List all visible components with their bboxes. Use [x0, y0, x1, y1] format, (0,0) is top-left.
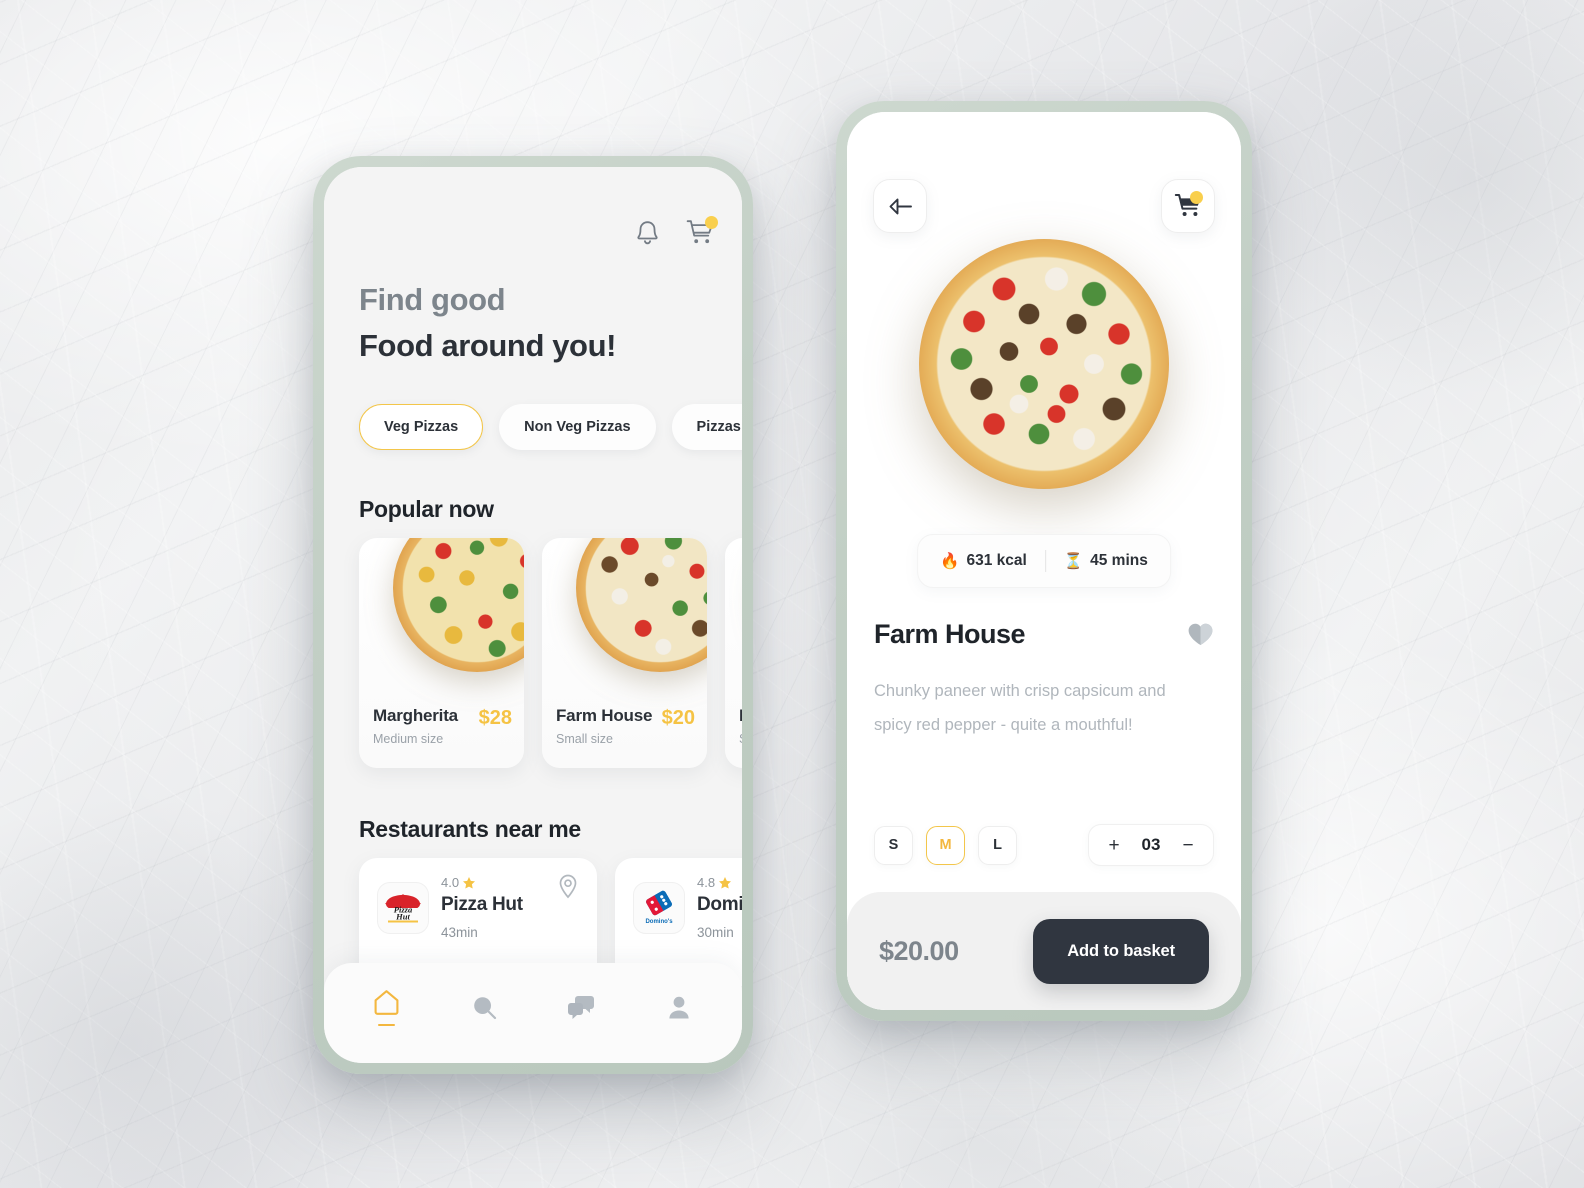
food-meta-third: Fo Sm — [739, 706, 742, 746]
size-option-m[interactable]: M — [926, 825, 965, 865]
rating-value: 4.8 — [697, 875, 716, 890]
chip-veg-pizzas[interactable]: Veg Pizzas — [359, 404, 484, 450]
food-card-farm-house[interactable]: $20 Farm House Small size — [542, 538, 707, 768]
pizza-image-paneer — [393, 538, 524, 672]
food-size-farm-house: Small size — [556, 732, 613, 746]
section-title-restaurants: Restaurants near me — [359, 816, 581, 842]
quantity-value: 03 — [1141, 835, 1161, 854]
detail-screen: 🔥 631 kcal ⏳ 45 mins Farm House Chunky p… — [847, 112, 1241, 1010]
nav-item-chat[interactable] — [547, 994, 617, 1021]
restaurant-time-pizza-hut: 43min — [441, 925, 478, 940]
paper-texture-background — [0, 0, 1584, 1188]
food-meta-farm-house: Farm House Small size — [556, 706, 695, 746]
nav-active-underline — [378, 1023, 396, 1027]
food-meta-margherita: Margherita Medium size — [373, 706, 512, 746]
restaurant-time-dominos: 30min — [697, 925, 734, 940]
section-title-popular: Popular now — [359, 496, 494, 522]
headline-line-2: Food around you! — [359, 327, 617, 363]
hero-pizza-image-farmhouse — [919, 239, 1169, 489]
flame-icon: 🔥 — [940, 552, 960, 570]
restaurant-rating-dominos: 4.8 — [697, 875, 742, 890]
popular-food-rail[interactable]: $28 Margherita Medium size $20 Farm Hous… — [359, 538, 742, 768]
location-pin-icon[interactable] — [557, 874, 579, 905]
home-headline: Find good Food around you! — [359, 284, 729, 361]
calories-info: 🔥 631 kcal — [940, 552, 1027, 571]
bottom-navigation-bar — [324, 963, 742, 1063]
heart-icon — [1188, 623, 1213, 645]
food-size-third: Sm — [739, 732, 742, 746]
detail-title-row: Farm House — [874, 619, 1214, 650]
home-screen: Find good Food around you! Veg Pizzas No… — [324, 167, 742, 1063]
headline-line-1: Find good — [359, 282, 506, 317]
prep-time-value: 45 mins — [1090, 552, 1148, 569]
restaurant-info-dominos: 4.8 Domino 30min — [697, 875, 742, 940]
detail-body: 🔥 631 kcal ⏳ 45 mins Farm House Chunky p… — [847, 112, 1241, 892]
back-button[interactable] — [873, 179, 927, 233]
product-description: Chunky paneer with crisp capsicum and sp… — [874, 682, 1166, 734]
add-to-basket-button[interactable]: Add to basket — [1033, 918, 1209, 984]
home-icon — [374, 989, 399, 1015]
star-icon — [463, 876, 476, 888]
notification-bell-button[interactable] — [635, 219, 660, 246]
product-options-row: S M L + 03 − — [874, 824, 1214, 866]
prep-time-info: ⏳ 45 mins — [1064, 552, 1148, 571]
hourglass-icon: ⏳ — [1063, 552, 1084, 570]
total-price: $20.00 — [879, 935, 959, 966]
chip-non-veg-pizzas[interactable]: Non Veg Pizzas — [499, 404, 656, 450]
search-icon — [473, 996, 496, 1019]
svg-text:Domino's: Domino's — [645, 919, 673, 925]
product-detail-view: 🔥 631 kcal ⏳ 45 mins Farm House Chunky p… — [847, 112, 1241, 1010]
food-card-third-partial[interactable]: Fo Sm — [725, 538, 742, 768]
svg-text:Hut: Hut — [395, 912, 410, 922]
food-name-farm-house: Farm House — [556, 706, 653, 725]
phone-home-mockup: Find good Food around you! Veg Pizzas No… — [313, 156, 753, 1074]
food-name-margherita: Margherita — [373, 706, 458, 725]
quantity-stepper[interactable]: + 03 − — [1088, 824, 1214, 866]
size-option-s[interactable]: S — [874, 825, 913, 865]
detail-footer-bar: $20.00 Add to basket — [847, 892, 1241, 1010]
quantity-increase-button[interactable]: + — [1107, 836, 1121, 855]
favorite-heart-button[interactable] — [1187, 622, 1214, 647]
nutrition-info-pill: 🔥 631 kcal ⏳ 45 mins — [917, 534, 1171, 588]
home-header-icons — [635, 216, 718, 246]
pizza-image-farmhouse — [576, 538, 707, 672]
phone-detail-mockup: 🔥 631 kcal ⏳ 45 mins Farm House Chunky p… — [836, 101, 1252, 1021]
detail-cart-button[interactable] — [1161, 179, 1215, 233]
pizza-hut-logo: Pizza Hut — [377, 882, 429, 934]
star-icon — [719, 876, 732, 888]
detail-cart-badge — [1190, 191, 1203, 204]
food-card-margherita[interactable]: $28 Margherita Medium size — [359, 538, 524, 768]
chat-icon — [567, 995, 594, 1019]
profile-icon — [669, 996, 689, 1018]
nav-item-home[interactable] — [352, 988, 422, 1027]
restaurant-name-dominos: Domino — [697, 894, 742, 915]
cart-icon-wrapper[interactable] — [686, 216, 718, 246]
size-option-l[interactable]: L — [978, 825, 1017, 865]
category-filter-chips[interactable]: Veg Pizzas Non Veg Pizzas Pizzas Ma — [359, 404, 742, 450]
product-title: Farm House — [874, 619, 1026, 649]
cart-badge — [705, 216, 718, 229]
food-size-margherita: Medium size — [373, 732, 444, 746]
dominos-logo: Domino's — [633, 882, 685, 934]
chip-pizzas-mania[interactable]: Pizzas Ma — [671, 404, 742, 450]
pill-divider — [1044, 550, 1046, 572]
rating-value: 4.0 — [441, 875, 460, 890]
nav-item-profile[interactable] — [644, 993, 714, 1022]
food-name-third: Fo — [739, 706, 742, 726]
size-selector[interactable]: S M L — [874, 825, 1017, 865]
nav-item-search[interactable] — [449, 993, 519, 1022]
calories-value: 631 kcal — [966, 552, 1027, 569]
quantity-decrease-button[interactable]: − — [1181, 836, 1195, 855]
back-arrow-icon — [889, 198, 912, 214]
home-scroll-area[interactable]: Find good Food around you! Veg Pizzas No… — [324, 167, 742, 1063]
